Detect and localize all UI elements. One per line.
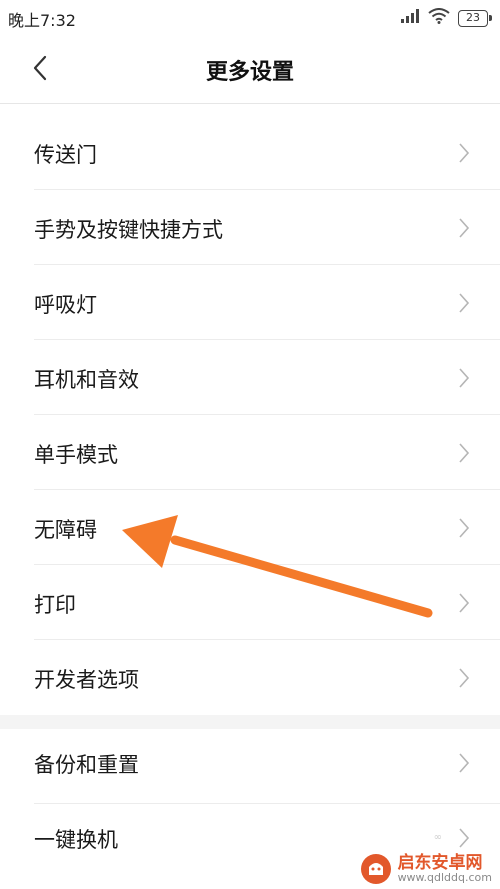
page-title: 更多设置 bbox=[205, 60, 294, 85]
settings-item-label: 呼吸灯 bbox=[34, 293, 97, 317]
settings-item-headphones-audio[interactable]: 耳机和音效 bbox=[0, 340, 500, 415]
settings-item-label: 手势及按键快捷方式 bbox=[34, 218, 223, 242]
settings-item-backup-reset[interactable]: 备份和重置 bbox=[0, 729, 500, 804]
chevron-right-icon bbox=[459, 143, 470, 163]
infinity-icon: ∞ bbox=[433, 832, 442, 843]
chevron-right-icon bbox=[459, 368, 470, 388]
chevron-right-icon bbox=[459, 443, 470, 463]
settings-item-label: 开发者选项 bbox=[34, 668, 139, 692]
settings-item-portal[interactable]: 传送门 bbox=[0, 115, 500, 190]
settings-item-label: 耳机和音效 bbox=[34, 368, 139, 392]
settings-item-label: 无障碍 bbox=[34, 518, 97, 542]
watermark: 启东安卓网 www.qdlddq.com bbox=[360, 853, 492, 885]
settings-item-gestures[interactable]: 手势及按键快捷方式 bbox=[0, 190, 500, 265]
chevron-right-icon bbox=[459, 668, 470, 688]
section-gap bbox=[0, 715, 500, 729]
settings-item-accessibility[interactable]: 无障碍 bbox=[0, 490, 500, 565]
chevron-right-icon bbox=[459, 518, 470, 538]
battery-indicator: 23 bbox=[458, 9, 492, 27]
settings-item-label: 备份和重置 bbox=[34, 753, 139, 777]
settings-list: 传送门 手势及按键快捷方式 呼吸灯 耳机和音效 单手模式 无障碍 打印 开发者选… bbox=[0, 115, 500, 879]
signal-icon bbox=[400, 8, 420, 28]
settings-item-label: 一键换机 bbox=[34, 828, 118, 852]
settings-item-label: 单手模式 bbox=[34, 443, 118, 467]
screen: 晚上7:32 23 更多设置 传送门 手势及按键快捷方式 呼吸灯 耳机和音效 单… bbox=[0, 0, 500, 889]
settings-item-breathing-light[interactable]: 呼吸灯 bbox=[0, 265, 500, 340]
settings-item-developer-options[interactable]: 开发者选项 bbox=[0, 640, 500, 715]
watermark-name: 启东安卓网 bbox=[397, 852, 483, 873]
status-time: 晚上7:32 bbox=[8, 11, 76, 30]
settings-item-label: 传送门 bbox=[34, 143, 97, 167]
settings-item-print[interactable]: 打印 bbox=[0, 565, 500, 640]
status-bar: 晚上7:32 23 bbox=[0, 0, 500, 36]
wifi-icon bbox=[428, 8, 450, 28]
settings-item-label: 打印 bbox=[34, 593, 76, 617]
settings-item-one-handed-mode[interactable]: 单手模式 bbox=[0, 415, 500, 490]
status-icons: 23 bbox=[400, 8, 492, 28]
chevron-right-icon bbox=[459, 218, 470, 238]
chevron-right-icon bbox=[459, 293, 470, 313]
header: 更多设置 bbox=[0, 36, 500, 104]
chevron-right-icon bbox=[459, 593, 470, 613]
watermark-logo-icon bbox=[360, 854, 391, 884]
header-divider bbox=[0, 103, 500, 104]
chevron-right-icon bbox=[459, 753, 470, 773]
watermark-url: www.qdlddq.com bbox=[397, 871, 492, 885]
chevron-right-icon bbox=[459, 828, 470, 848]
